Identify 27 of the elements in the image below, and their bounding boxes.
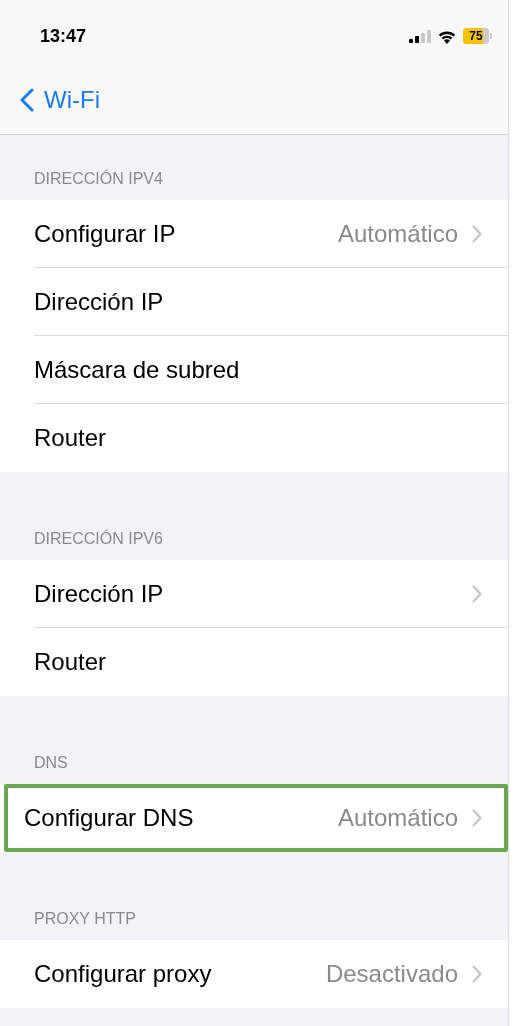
battery-icon: 75 [463,28,492,44]
settings-row[interactable]: Router [34,404,508,472]
settings-row[interactable]: Dirección IP [34,268,508,336]
row-value: Automático [337,219,458,248]
row-value: Desactivado [325,960,458,988]
settings-row[interactable]: Configurar DNS Automático [4,784,508,852]
section-header: DIRECCIÓN IPV4 [34,170,163,188]
row-label: Router [34,424,107,452]
row-label: Configurar proxy [34,960,212,988]
section-header: PROXY HTTP [34,910,136,928]
back-button[interactable]: Wi-Fi [20,86,100,114]
settings-row[interactable]: Dirección IP [34,560,508,628]
back-chevron-icon [20,88,34,112]
row-label: Máscara de subred [34,355,240,384]
settings-row[interactable]: Configurar IP Automático [34,200,508,268]
row-label: Dirección IP [34,287,164,316]
signal-icon [409,29,431,43]
settings-row[interactable]: Router [34,628,508,696]
settings-row[interactable]: Máscara de subred [34,336,508,404]
status-time: 13:47 [40,25,87,47]
row-label: Configurar IP [34,219,176,248]
row-label: Configurar DNS [24,804,194,832]
section-header: DIRECCIÓN IPV6 [34,530,163,548]
row-label: Dirección IP [34,579,164,608]
row-label: Router [34,648,107,676]
row-value: Automático [337,804,458,832]
section-header: DNS [34,754,68,772]
